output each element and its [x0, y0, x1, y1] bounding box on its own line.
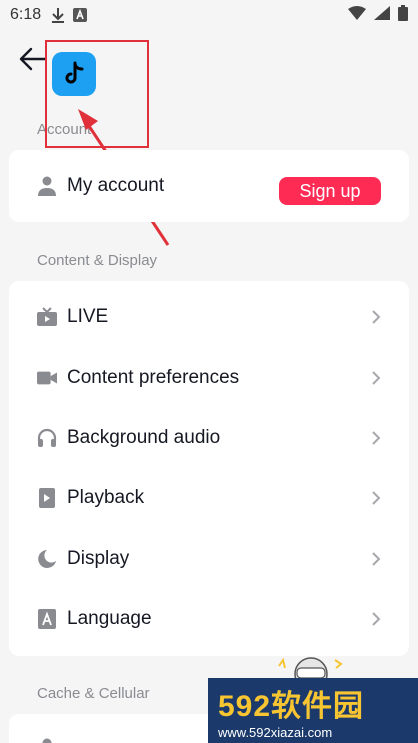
chevron-right-icon — [372, 612, 381, 626]
content-preferences-label: Content preferences — [67, 367, 240, 388]
status-time: 6:18 — [10, 6, 42, 23]
tv-icon — [37, 307, 57, 327]
watermark-url: www.592xiazai.com — [218, 725, 333, 740]
content-display-card: LIVE Content preferences Background audi… — [9, 281, 409, 656]
watermark: 592软件园 www.592xiazai.com — [208, 678, 418, 743]
download-icon — [51, 7, 65, 23]
sign-up-button[interactable]: Sign up — [279, 177, 381, 205]
section-header-cache-cellular: Cache & Cellular — [37, 685, 150, 702]
playback-label: Playback — [67, 487, 145, 508]
arrow-left-icon — [19, 47, 47, 71]
chevron-right-icon — [372, 491, 381, 505]
person-icon — [37, 176, 57, 196]
account-card: My account Sign up — [9, 150, 409, 222]
play-icon — [37, 488, 57, 508]
background-audio-label: Background audio — [67, 427, 221, 448]
back-button[interactable] — [18, 45, 48, 73]
my-account-label: My account — [67, 175, 165, 196]
chevron-right-icon — [372, 310, 381, 324]
headphones-icon — [37, 428, 57, 448]
settings-row-background-audio[interactable]: Background audio — [9, 408, 409, 468]
notification-a-icon — [73, 8, 88, 22]
wifi-icon — [348, 5, 366, 25]
section-header-content-display: Content & Display — [37, 252, 158, 269]
settings-row-live[interactable]: LIVE — [9, 287, 409, 347]
chevron-right-icon — [372, 552, 381, 566]
settings-row-display[interactable]: Display — [9, 529, 409, 589]
chevron-right-icon — [372, 371, 381, 385]
language-label: Language — [67, 608, 152, 629]
settings-row-playback[interactable]: Playback — [9, 468, 409, 528]
person-icon — [37, 738, 57, 743]
live-label: LIVE — [67, 306, 109, 327]
chevron-right-icon — [372, 431, 381, 445]
signal-icon — [374, 5, 390, 25]
status-bar: 6:18 — [0, 0, 418, 30]
watermark-brand: 592软件园 — [218, 690, 365, 723]
language-icon — [37, 609, 57, 629]
moon-icon — [37, 549, 57, 569]
settings-row-language[interactable]: Language — [9, 589, 409, 649]
battery-icon — [398, 4, 408, 26]
display-label: Display — [67, 548, 130, 569]
settings-row-content-preferences[interactable]: Content preferences — [9, 348, 409, 408]
video-camera-icon — [37, 368, 57, 388]
